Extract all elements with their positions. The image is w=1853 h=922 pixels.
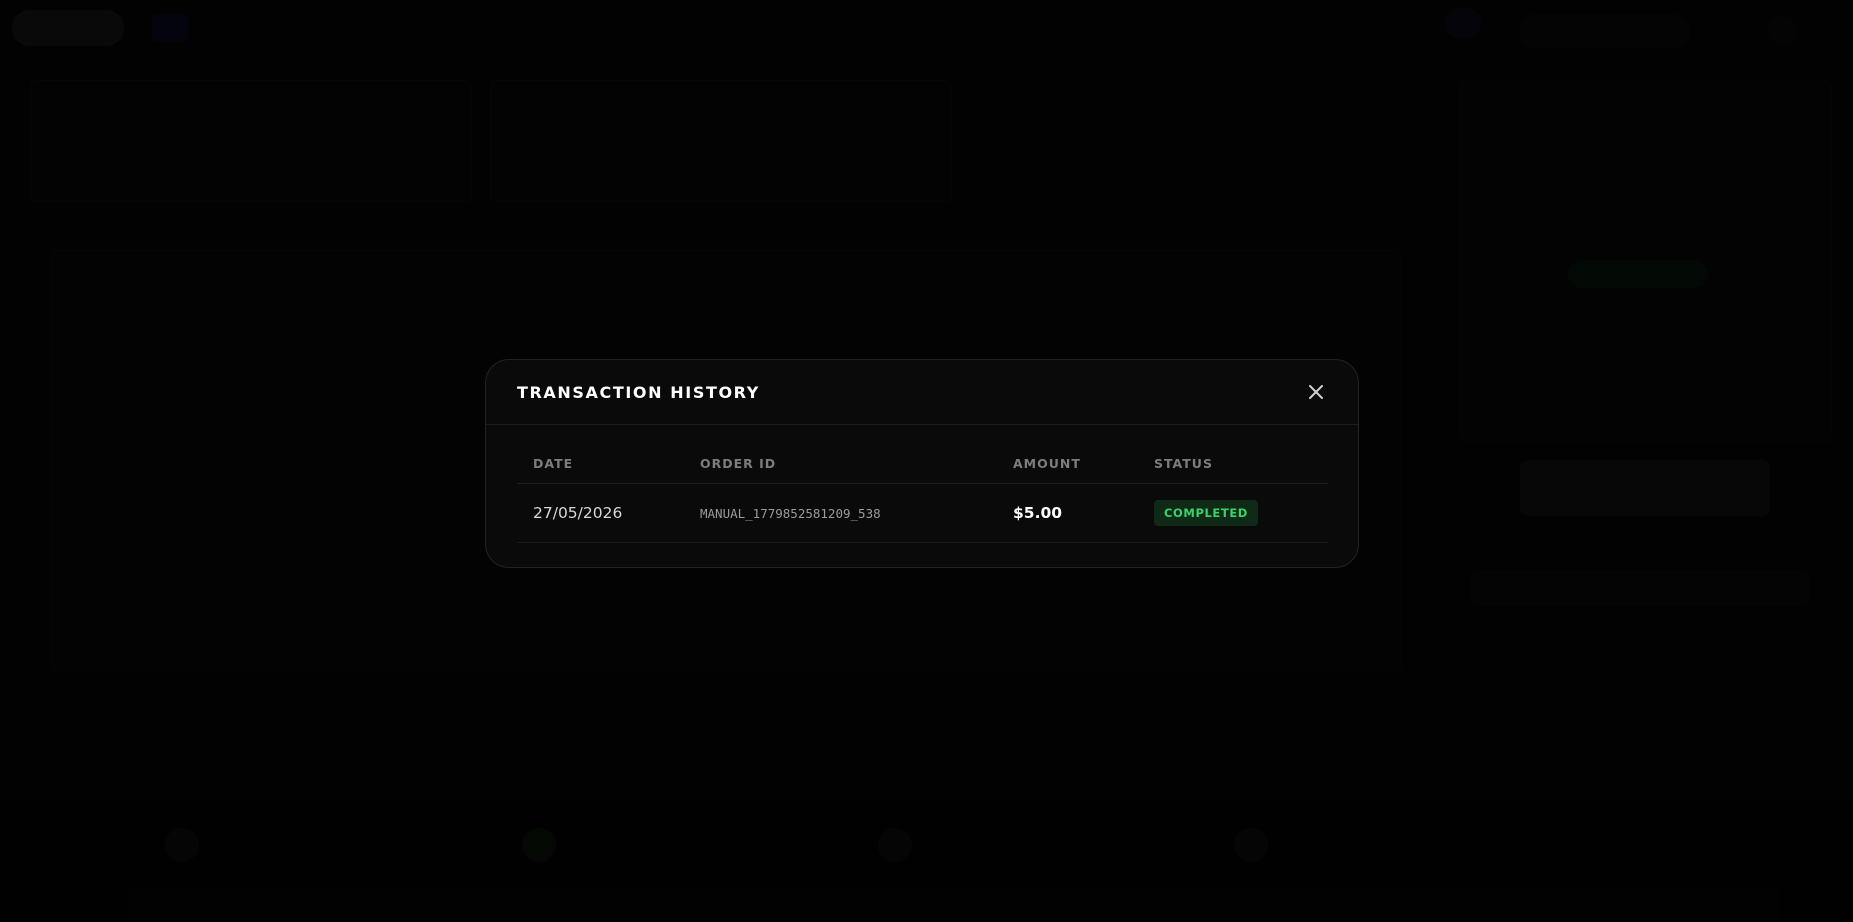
modal-header: TRANSACTION HISTORY xyxy=(486,360,1358,425)
column-header-order-id: ORDER ID xyxy=(684,443,997,484)
page: TRANSACTION HISTORY DATE ORDER ID AMOUNT… xyxy=(0,0,1853,922)
cell-amount: $5.00 xyxy=(997,483,1138,543)
status-badge: COMPLETED xyxy=(1154,500,1258,526)
transaction-table: DATE ORDER ID AMOUNT STATUS 27/05/2026 M… xyxy=(517,443,1328,543)
close-button[interactable] xyxy=(1304,380,1328,404)
column-header-status: STATUS xyxy=(1138,443,1328,484)
modal-body: DATE ORDER ID AMOUNT STATUS 27/05/2026 M… xyxy=(486,425,1358,543)
cell-date: 27/05/2026 xyxy=(517,483,684,543)
transaction-history-modal: TRANSACTION HISTORY DATE ORDER ID AMOUNT… xyxy=(485,359,1359,568)
close-icon xyxy=(1309,385,1323,399)
table-header-row: DATE ORDER ID AMOUNT STATUS xyxy=(517,443,1328,484)
modal-title: TRANSACTION HISTORY xyxy=(517,382,760,402)
cell-order-id: MANUAL_1779852581209_538 xyxy=(684,483,997,543)
column-header-amount: AMOUNT xyxy=(997,443,1138,484)
cell-status: COMPLETED xyxy=(1138,483,1328,543)
column-header-date: DATE xyxy=(517,443,684,484)
table-row: 27/05/2026 MANUAL_1779852581209_538 $5.0… xyxy=(517,483,1328,543)
